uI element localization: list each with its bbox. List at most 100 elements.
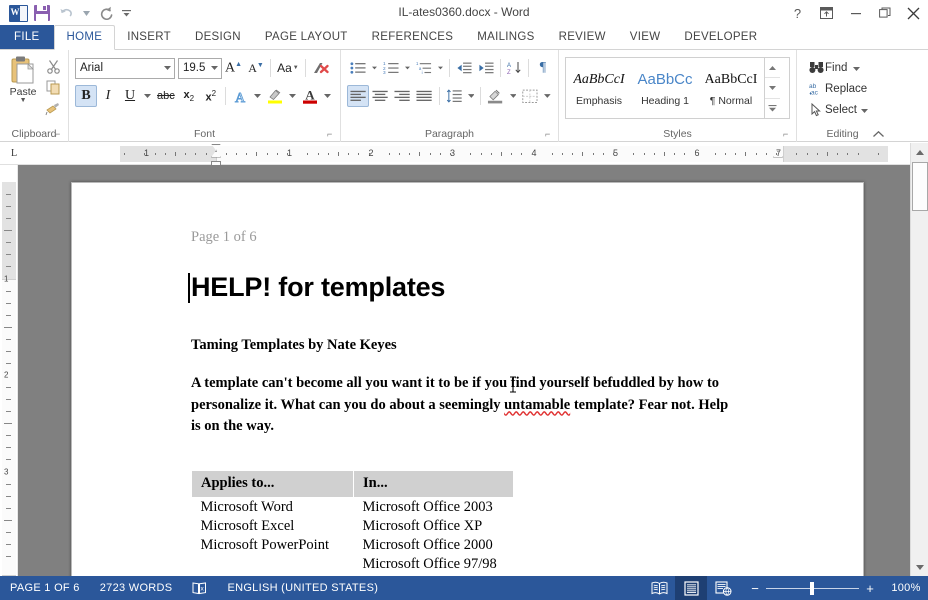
find-dropdown-icon[interactable] bbox=[853, 62, 861, 74]
font-dialog-launcher-icon[interactable]: ⌐ bbox=[327, 129, 337, 139]
decrease-indent-button[interactable] bbox=[453, 57, 475, 79]
copy-icon[interactable] bbox=[42, 77, 64, 98]
highlight-dropdown-icon[interactable] bbox=[286, 85, 299, 107]
table-row[interactable]: Microsoft Excel Microsoft Office XP bbox=[192, 517, 514, 536]
table-row[interactable]: Microsoft Word Microsoft Office 2003 bbox=[192, 497, 514, 517]
zoom-level-label[interactable]: 100% bbox=[884, 582, 928, 594]
zoom-control[interactable]: − + bbox=[739, 581, 884, 596]
word-logo-icon[interactable]: W bbox=[6, 2, 30, 24]
customize-qat-icon[interactable] bbox=[118, 2, 134, 24]
paragraph-dialog-launcher-icon[interactable]: ⌐ bbox=[545, 129, 555, 139]
zoom-in-button[interactable]: + bbox=[862, 581, 878, 596]
zoom-slider-track[interactable] bbox=[766, 581, 859, 595]
bullets-dropdown-icon[interactable] bbox=[369, 57, 380, 79]
bullets-button[interactable] bbox=[347, 57, 369, 79]
status-page-number[interactable]: PAGE 1 OF 6 bbox=[0, 576, 90, 600]
select-dropdown-icon[interactable] bbox=[860, 104, 868, 116]
align-left-button[interactable] bbox=[347, 85, 370, 107]
numbering-dropdown-icon[interactable] bbox=[402, 57, 413, 79]
styles-scroll-down-icon[interactable] bbox=[765, 77, 780, 97]
style-heading-1[interactable]: AaBbCc Heading 1 bbox=[632, 58, 698, 118]
text-effects-dropdown-icon[interactable] bbox=[251, 85, 264, 107]
doc-heading[interactable]: HELP! for templates bbox=[188, 272, 763, 303]
print-layout-view-button[interactable] bbox=[675, 576, 707, 600]
text-effects-button[interactable]: A bbox=[229, 85, 251, 107]
shading-button[interactable] bbox=[484, 85, 506, 107]
clipboard-dialog-launcher-icon[interactable]: ⌐ bbox=[55, 129, 65, 139]
multilevel-list-button[interactable]: 1 a i bbox=[413, 57, 435, 79]
style-normal[interactable]: AaBbCcI ¶ Normal bbox=[698, 58, 764, 118]
align-right-button[interactable] bbox=[391, 85, 413, 107]
tab-developer[interactable]: DEVELOPER bbox=[672, 25, 769, 49]
increase-indent-button[interactable] bbox=[475, 57, 497, 79]
multilevel-dropdown-icon[interactable] bbox=[435, 57, 446, 79]
redo-icon[interactable] bbox=[94, 2, 118, 24]
format-painter-icon[interactable] bbox=[42, 98, 64, 119]
horizontal-ruler[interactable]: L 11234567 bbox=[0, 143, 928, 166]
borders-button[interactable] bbox=[519, 85, 541, 107]
document-page[interactable]: Page 1 of 6 HELP! for templates Taming T… bbox=[71, 182, 864, 576]
tab-stop-selector[interactable]: L bbox=[3, 144, 25, 164]
zoom-out-button[interactable]: − bbox=[747, 581, 763, 596]
line-spacing-dropdown-icon[interactable] bbox=[465, 85, 478, 107]
numbering-button[interactable]: 1 2 3 bbox=[380, 57, 402, 79]
scroll-down-button[interactable] bbox=[911, 558, 928, 576]
minimize-button[interactable] bbox=[841, 0, 870, 26]
font-color-dropdown-icon[interactable] bbox=[321, 85, 334, 107]
tab-review[interactable]: REVIEW bbox=[547, 25, 618, 49]
status-word-count[interactable]: 2723 WORDS bbox=[90, 576, 183, 600]
tab-home[interactable]: HOME bbox=[53, 25, 116, 50]
paste-button[interactable]: Paste ▼ bbox=[4, 53, 42, 123]
change-case-button[interactable]: Aa ▼ bbox=[274, 57, 302, 79]
cut-icon[interactable] bbox=[42, 56, 64, 77]
clear-formatting-icon[interactable] bbox=[309, 57, 332, 79]
read-mode-view-button[interactable] bbox=[643, 576, 675, 600]
font-color-button[interactable]: A bbox=[299, 85, 321, 107]
italic-button[interactable]: I bbox=[97, 85, 119, 107]
line-spacing-button[interactable] bbox=[443, 85, 465, 107]
save-icon[interactable] bbox=[30, 2, 54, 24]
show-formatting-marks-button[interactable]: ¶ bbox=[532, 57, 554, 79]
tab-references[interactable]: REFERENCES bbox=[360, 25, 466, 49]
tab-file[interactable]: FILE bbox=[0, 25, 54, 49]
scroll-up-button[interactable] bbox=[911, 143, 928, 161]
select-button[interactable]: Select bbox=[803, 99, 884, 120]
ruler-track[interactable]: 11234567 bbox=[28, 143, 888, 166]
style-emphasis[interactable]: AaBbCcI Emphasis bbox=[566, 58, 632, 118]
tab-page-layout[interactable]: PAGE LAYOUT bbox=[253, 25, 360, 49]
tab-view[interactable]: VIEW bbox=[618, 25, 673, 49]
collapse-ribbon-icon[interactable] bbox=[870, 127, 886, 141]
align-center-button[interactable] bbox=[369, 85, 391, 107]
strikethrough-button[interactable]: abc bbox=[154, 85, 178, 107]
misspelled-word[interactable]: untamable bbox=[504, 397, 570, 413]
paste-dropdown-icon[interactable]: ▼ bbox=[20, 97, 27, 104]
tab-design[interactable]: DESIGN bbox=[183, 25, 253, 49]
tab-mailings[interactable]: MAILINGS bbox=[465, 25, 546, 49]
underline-button[interactable]: U bbox=[119, 85, 141, 107]
shading-dropdown-icon[interactable] bbox=[507, 85, 520, 107]
restore-button[interactable] bbox=[870, 0, 899, 26]
find-button[interactable]: Find bbox=[803, 57, 884, 78]
grow-font-button[interactable]: A▲ bbox=[222, 57, 245, 79]
ribbon-display-options-icon[interactable] bbox=[812, 0, 841, 26]
status-language[interactable]: ENGLISH (UNITED STATES) bbox=[217, 576, 388, 600]
table-row[interactable]: Microsoft Office 97/98 bbox=[192, 555, 514, 574]
styles-scroll-up-icon[interactable] bbox=[765, 58, 780, 77]
sort-button[interactable]: A Z bbox=[503, 57, 525, 79]
bold-button[interactable]: B bbox=[75, 85, 97, 107]
table-row[interactable]: Microsoft PowerPoint Microsoft Office 20… bbox=[192, 536, 514, 555]
underline-dropdown-icon[interactable] bbox=[141, 85, 154, 107]
replace-button[interactable]: ab ac Replace bbox=[803, 78, 884, 99]
vertical-scrollbar[interactable] bbox=[910, 143, 928, 576]
subscript-button[interactable]: x2 bbox=[178, 85, 200, 107]
font-size-dropdown-icon[interactable] bbox=[207, 59, 221, 78]
borders-dropdown-icon[interactable] bbox=[541, 85, 554, 107]
styles-more-icon[interactable] bbox=[765, 97, 780, 118]
font-name-dropdown-icon[interactable] bbox=[160, 59, 174, 78]
styles-dialog-launcher-icon[interactable]: ⌐ bbox=[783, 129, 793, 139]
doc-table[interactable]: Applies to... In... Microsoft Word Micro… bbox=[191, 469, 514, 574]
highlight-color-button[interactable] bbox=[264, 85, 286, 107]
undo-dropdown-icon[interactable] bbox=[78, 2, 94, 24]
tab-insert[interactable]: INSERT bbox=[115, 25, 183, 49]
shrink-font-button[interactable]: A▼ bbox=[245, 57, 267, 79]
